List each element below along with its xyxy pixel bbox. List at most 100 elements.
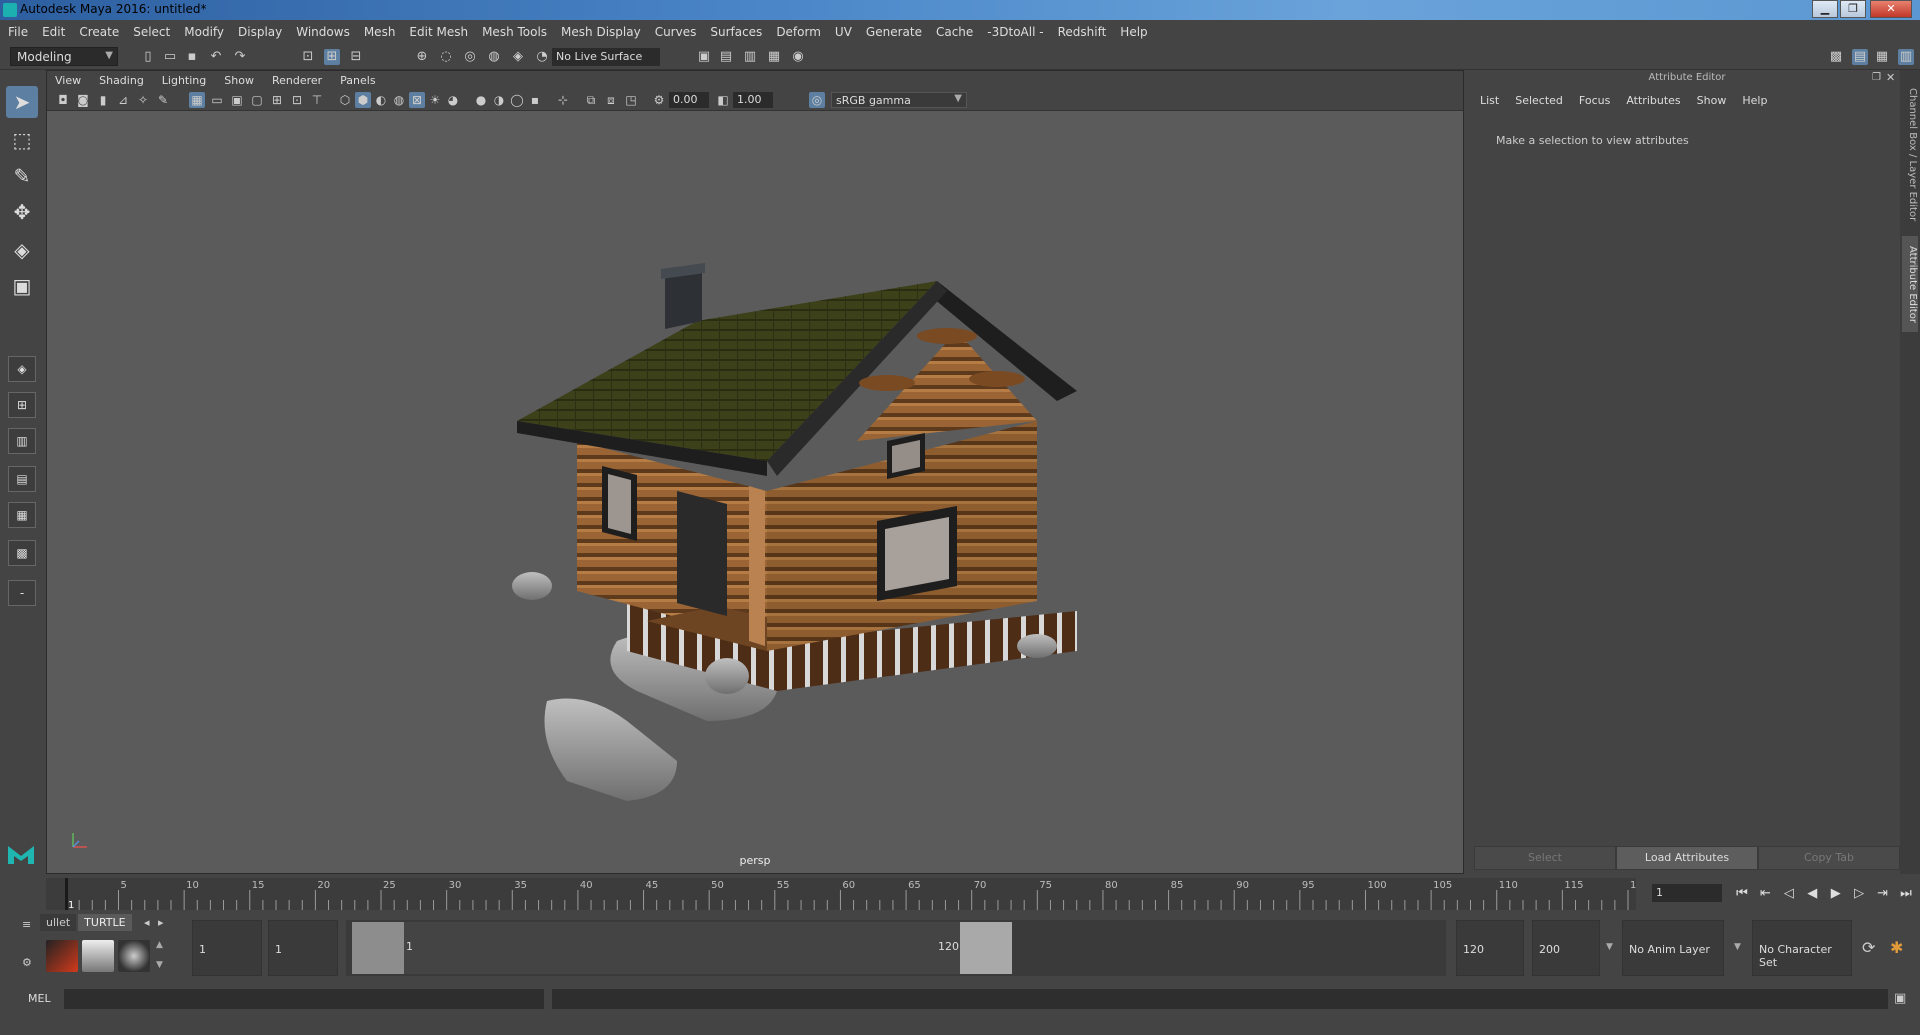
character-set-dropdown[interactable]: No Character Set [1752,920,1852,976]
shadows-icon[interactable]: ☀ [427,92,443,108]
wireframe-icon[interactable]: ⬡ [337,92,353,108]
shelf-tab-bullet[interactable]: ullet [40,914,77,931]
command-input[interactable] [64,989,544,1009]
script-editor-icon[interactable]: ▣ [1894,991,1906,1006]
menu-help[interactable]: Help [1120,25,1147,39]
step-back-key-icon[interactable]: ⇤ [1755,886,1775,901]
persp-outliner-layout-icon[interactable]: ▦ [8,502,36,528]
menu-curves[interactable]: Curves [655,25,697,39]
snap-view-icon[interactable]: ◍ [486,49,502,65]
film-gate-icon[interactable]: ▭ [209,92,225,108]
move-tool-icon[interactable]: ✥ [6,196,38,228]
grease-pencil-icon[interactable]: ✎ [155,92,171,108]
hypershade-icon[interactable]: ◉ [790,49,806,65]
new-scene-icon[interactable]: ▯ [140,49,156,65]
wireframe-on-shaded-icon[interactable]: ◐ [373,92,389,108]
menu-generate[interactable]: Generate [866,25,922,39]
gamma-field[interactable]: 1.00 [733,92,773,108]
snap-grid-icon[interactable]: ⊕ [414,49,430,65]
render-settings-icon[interactable]: ▦ [766,49,782,65]
copy-tab-button[interactable]: Copy Tab [1758,846,1900,870]
ae-menu-help[interactable]: Help [1742,94,1767,107]
snap-curve-icon[interactable]: ◌ [438,49,454,65]
camera-attributes-icon[interactable]: ◙ [75,92,91,108]
select-hierarchy-icon[interactable]: ⊡ [300,49,316,65]
graph-editor-layout-icon[interactable]: ▤ [8,466,36,492]
panel-menu-view[interactable]: View [55,74,81,87]
attribute-editor-toggle-icon[interactable]: ▤ [1852,49,1868,65]
backface-culling-icon[interactable]: ◳ [623,92,639,108]
shelf-tab-turtle[interactable]: TURTLE [78,914,132,931]
close-button[interactable]: ✕ [1870,0,1912,18]
shelf-menu-icon[interactable]: ≡ [22,918,31,931]
redo-icon[interactable]: ↷ [232,49,248,65]
use-all-lights-icon[interactable]: ⊠ [409,92,425,108]
panel-menu-show[interactable]: Show [224,74,254,87]
ae-menu-focus[interactable]: Focus [1579,94,1610,107]
exposure-icon[interactable]: ⚙ [651,92,667,108]
outliner-persp-layout-icon[interactable]: ▥ [8,428,36,454]
panel-menu-panels[interactable]: Panels [340,74,375,87]
menu-select[interactable]: Select [133,25,170,39]
menu-cache[interactable]: Cache [936,25,973,39]
live-surface-field[interactable]: No Live Surface [552,48,660,66]
select-component-icon[interactable]: ⊟ [348,49,364,65]
animation-end-field[interactable]: 200 [1532,920,1600,976]
ae-menu-show[interactable]: Show [1697,94,1727,107]
ipr-render-icon[interactable]: ▥ [742,49,758,65]
animation-start-field[interactable]: 1 [192,920,262,976]
image-plane-icon[interactable]: ⊿ [115,92,131,108]
bookmark-icon[interactable]: ▮ [95,92,111,108]
isolate-select-icon[interactable]: ▪ [527,92,543,108]
lasso-tool-icon[interactable]: ⬚ [6,124,38,156]
play-backwards-icon[interactable]: ◀ [1802,886,1822,901]
save-scene-icon[interactable]: ▪ [184,49,200,65]
menu-3dtoall[interactable]: -3DtoAll - [987,25,1043,39]
field-chart-icon[interactable]: ⊞ [269,92,285,108]
current-time-field[interactable]: 1 [1652,884,1722,902]
safe-action-icon[interactable]: ⊡ [289,92,305,108]
anti-aliasing-icon[interactable]: ◑ [491,92,507,108]
time-slider[interactable]: 1 5 10 15 20 25 30 35 40 45 50 55 60 65 70 75 80 85 90 95 10… [46,878,1636,910]
tool-settings-icon[interactable]: ▦ [1874,49,1890,65]
menu-create[interactable]: Create [79,25,119,39]
snap-surface-icon[interactable]: ◈ [510,49,526,65]
smooth-shade-icon[interactable]: ⬢ [355,92,371,108]
undo-icon[interactable]: ↶ [208,49,224,65]
panel-menu-renderer[interactable]: Renderer [272,74,322,87]
maximize-button[interactable]: ❐ [1840,0,1866,18]
menu-redshift[interactable]: Redshift [1058,25,1107,39]
step-forward-key-icon[interactable]: ⇥ [1873,886,1893,901]
resolution-gate-icon[interactable]: ▣ [229,92,245,108]
chevron-down-icon[interactable]: ▼ [1606,942,1613,952]
render-view-icon[interactable]: ▣ [696,49,712,65]
menu-set-dropdown[interactable]: Modeling ▼ [10,47,118,66]
menu-modify[interactable]: Modify [184,25,224,39]
open-scene-icon[interactable]: ▭ [162,49,178,65]
close-panel-icon[interactable]: ✕ [1886,71,1895,84]
shelf-scroll-up-icon[interactable]: ▲ [156,940,163,950]
collapse-toolbox-icon[interactable]: - [8,580,36,606]
menu-mesh-display[interactable]: Mesh Display [561,25,641,39]
play-forwards-icon[interactable]: ▶ [1826,886,1846,901]
menu-mesh[interactable]: Mesh [364,25,396,39]
shelf-scroll-left-icon[interactable]: ◂ [144,916,150,929]
animation-preferences-icon[interactable]: ✱ [1890,938,1903,957]
chevron-down-icon[interactable]: ▼ [1734,942,1741,952]
grid-icon[interactable]: ▦ [189,92,205,108]
anim-layer-dropdown[interactable]: No Anim Layer [1622,920,1724,976]
exposure-field[interactable]: 0.00 [669,92,709,108]
menu-display[interactable]: Display [238,25,282,39]
paint-select-tool-icon[interactable]: ✎ [6,160,38,192]
minimize-button[interactable]: ▁ [1812,0,1838,18]
playback-start-field[interactable]: 1 [268,920,338,976]
modeling-toolkit-icon[interactable]: ▩ [1828,49,1844,65]
menu-surfaces[interactable]: Surfaces [710,25,762,39]
snap-point-icon[interactable]: ◎ [462,49,478,65]
textured-icon[interactable]: ◍ [391,92,407,108]
panel-menu-lighting[interactable]: Lighting [162,74,206,87]
camera-select-icon[interactable]: ◘ [55,92,71,108]
hypershade-layout-icon[interactable]: ▩ [8,540,36,566]
select-tool-icon[interactable]: ➤ [6,86,38,118]
ae-menu-selected[interactable]: Selected [1515,94,1563,107]
